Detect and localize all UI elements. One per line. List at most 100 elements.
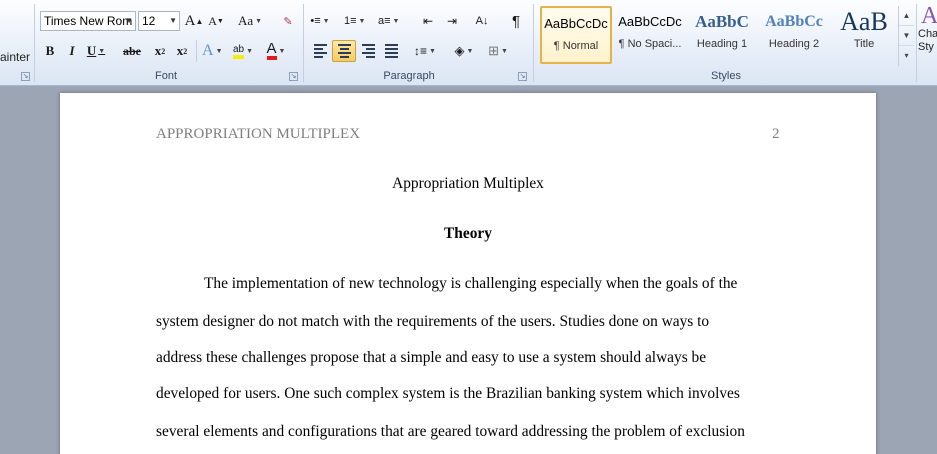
bullets-button[interactable]: •≡ ▼ [310, 10, 330, 32]
style-heading-2[interactable]: AaBbCc Heading 2 [758, 6, 830, 64]
style-name: ¶ No Spaci... [618, 38, 682, 50]
group-separator [34, 4, 35, 82]
shrink-font-icon: A [208, 13, 217, 28]
style-name: Title [853, 38, 875, 50]
group-separator [196, 40, 197, 62]
strikethrough-icon: abe [123, 43, 141, 58]
line-spacing-icon: ↕≡ [414, 44, 428, 58]
text-effects-button[interactable]: A ▼ [202, 40, 223, 62]
page-header: APPROPRIATION MULTIPLEX [156, 126, 361, 142]
decrease-indent-button[interactable]: ⇤ [418, 10, 438, 32]
style-name: Heading 2 [768, 38, 820, 50]
grow-font-button[interactable]: A ▲ [184, 10, 204, 32]
chevron-down-icon: ▼ [215, 47, 223, 55]
font-size-combo[interactable]: 12 ▼ [138, 11, 180, 31]
borders-icon: ⊞ [488, 43, 499, 58]
highlight-icon: ab [233, 44, 245, 59]
chevron-down-icon: ▼ [466, 47, 474, 55]
document-page[interactable]: APPROPRIATION MULTIPLEX 2 Appropriation … [60, 93, 876, 454]
paragraph-line: developed for users. One such complex sy… [156, 385, 740, 402]
font-name-value: Times New Rom [44, 14, 133, 28]
chevron-down-icon: ▼ [392, 17, 400, 25]
align-right-button[interactable] [358, 40, 378, 62]
styles-gallery: AaBbCcDc ¶ Normal AaBbCcDc ¶ No Spaci...… [538, 6, 898, 66]
style-no-spacing[interactable]: AaBbCcDc ¶ No Spaci... [614, 6, 686, 64]
numbering-icon: 1≡ [344, 15, 357, 27]
multilevel-list-icon: a≡ [378, 15, 391, 27]
justify-icon [384, 44, 398, 58]
paragraph-line: address these challenges propose that a … [156, 349, 707, 366]
multilevel-list-button[interactable]: a≡ ▼ [378, 10, 399, 32]
gallery-more-button[interactable]: ▾ [899, 46, 914, 66]
align-right-icon [361, 44, 375, 58]
clipboard-dialog-launcher[interactable]: ↘ [21, 72, 30, 81]
font-dialog-launcher[interactable]: ↘ [289, 72, 298, 81]
font-group-label: Font [154, 70, 177, 82]
align-center-icon [337, 44, 351, 58]
change-case-icon: Aa [238, 13, 254, 28]
italic-button[interactable]: I [62, 40, 82, 62]
clear-formatting-button[interactable]: ✎ [278, 10, 298, 32]
increase-indent-icon: ⇥ [446, 14, 458, 28]
change-case-button[interactable]: Aa ▼ [238, 10, 262, 32]
change-styles-label: Cha [918, 28, 937, 40]
clear-formatting-icon: ✎ [283, 15, 293, 28]
font-color-button[interactable]: A ▼ [266, 40, 286, 62]
style-normal[interactable]: AaBbCcDc ¶ Normal [540, 6, 612, 64]
change-styles-icon: A [921, 4, 937, 29]
superscript-button[interactable]: x2 [172, 40, 192, 62]
chevron-down-icon: ▼ [358, 17, 366, 25]
gallery-scroll-up-button[interactable]: ▲ [899, 6, 914, 26]
sort-icon: A↓ [475, 15, 489, 27]
sort-button[interactable]: A↓ [472, 10, 492, 32]
style-sample: AaBbCcDc [618, 14, 682, 29]
style-title[interactable]: AaB Title [828, 6, 900, 64]
font-name-combo[interactable]: Times New Rom ▼ [40, 11, 136, 31]
change-styles-label: Sty [918, 41, 934, 53]
change-styles-button[interactable]: A Cha Sty [918, 4, 937, 68]
shading-button[interactable]: ◈ ▼ [454, 40, 474, 62]
underline-icon: U [86, 43, 97, 58]
chevron-down-icon: ▼ [278, 47, 286, 55]
text-effects-icon: A [202, 42, 214, 59]
line-spacing-button[interactable]: ↕≡ ▼ [414, 40, 436, 62]
strikethrough-button[interactable]: abe [122, 40, 142, 62]
paragraph-line: several elements and configurations that… [156, 423, 745, 440]
align-left-button[interactable] [310, 40, 330, 62]
show-formatting-button[interactable]: ¶ [506, 10, 526, 32]
format-painter-button[interactable]: ainter [0, 50, 30, 64]
section-heading: Theory [444, 225, 492, 242]
pilcrow-icon: ¶ [511, 12, 521, 30]
chevron-down-icon: ▼ [169, 16, 177, 25]
subscript-button[interactable]: x2 [150, 40, 170, 62]
numbering-button[interactable]: 1≡ ▼ [344, 10, 365, 32]
highlight-button[interactable]: ab ▼ [233, 40, 253, 62]
chevron-down-icon: ▼ [246, 47, 254, 55]
styles-group-label: Styles [711, 70, 741, 82]
gallery-scroll-down-button[interactable]: ▼ [899, 26, 914, 46]
style-sample: AaBbCcDc [544, 16, 608, 31]
bullets-icon: •≡ [310, 14, 321, 27]
document-title: Appropriation Multiplex [392, 175, 544, 192]
font-size-value: 12 [142, 14, 156, 28]
align-center-button[interactable] [332, 40, 356, 62]
borders-button[interactable]: ⊞ ▼ [488, 40, 508, 62]
bold-icon: B [45, 43, 55, 58]
group-separator [916, 4, 917, 82]
bold-button[interactable]: B [40, 40, 60, 62]
chevron-down-icon: ▼ [322, 17, 330, 25]
underline-button[interactable]: U ▼ [86, 40, 106, 62]
chevron-down-icon: ▼ [98, 47, 106, 55]
style-sample: AaBbCc [765, 13, 823, 30]
style-name: Heading 1 [696, 38, 748, 50]
grow-font-icon: A [184, 12, 196, 29]
increase-indent-button[interactable]: ⇥ [442, 10, 462, 32]
style-heading-1[interactable]: AaBbC Heading 1 [686, 6, 758, 64]
style-sample: AaB [840, 7, 888, 36]
justify-button[interactable] [381, 40, 401, 62]
style-name: ¶ Normal [553, 40, 599, 52]
shrink-font-button[interactable]: A ▼ [206, 10, 226, 32]
align-left-icon [313, 44, 327, 58]
paragraph-dialog-launcher[interactable]: ↘ [518, 72, 527, 81]
chevron-down-icon: ▼ [255, 17, 263, 25]
